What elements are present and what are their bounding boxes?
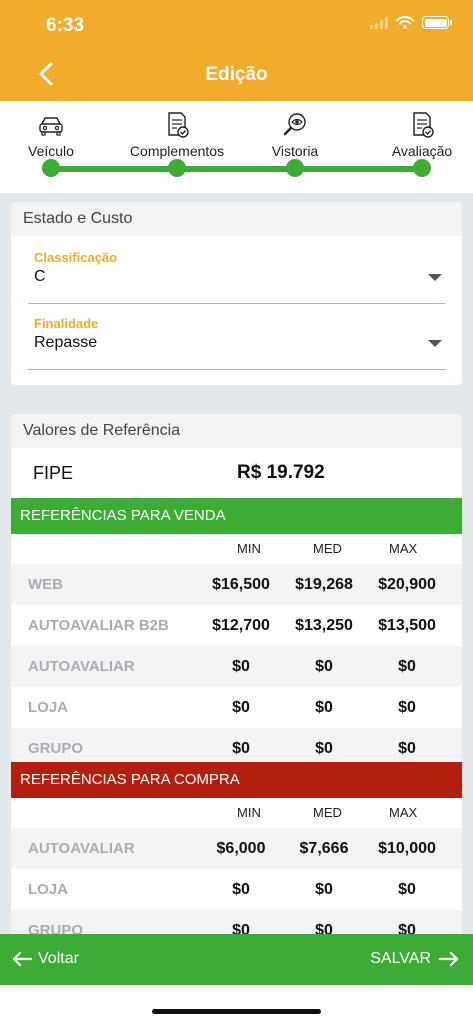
- value-min: $0: [232, 658, 250, 675]
- table-row: AUTOAVALIAR B2B $12,700 $13,250 $13,500: [11, 605, 462, 646]
- field-value: Repasse: [34, 334, 98, 351]
- value-med: $19,268: [295, 576, 353, 593]
- column-header-med: MED: [313, 541, 342, 556]
- row-name: AUTOAVALIAR: [28, 658, 135, 675]
- estado-custo-card: Estado e Custo Classificação C Finalidad…: [11, 202, 462, 385]
- battery-icon: [422, 16, 452, 29]
- value-max: $0: [398, 881, 416, 898]
- value-max: $20,900: [378, 576, 436, 593]
- step-label: Veículo: [28, 143, 74, 159]
- value-med: $13,250: [295, 617, 353, 634]
- page-title: Edição: [205, 64, 268, 85]
- value-max: $0: [398, 658, 416, 675]
- status-time: 6:33: [46, 15, 85, 36]
- column-header-med: MED: [313, 805, 342, 820]
- step-avaliacao[interactable]: Avaliação: [367, 101, 473, 193]
- venda-section: REFERÊNCIAS PARA VENDA MIN MED MAX WEB $…: [11, 498, 462, 769]
- step-vistoria[interactable]: Vistoria: [240, 101, 350, 193]
- valores-referencia-card: Valores de Referência FIPE R$ 19.792 REF…: [11, 414, 462, 934]
- value-max: $10,000: [378, 840, 436, 857]
- row-name: GRUPO: [28, 740, 84, 757]
- compra-header: REFERÊNCIAS PARA COMPRA: [11, 762, 462, 798]
- home-indicator[interactable]: [152, 1009, 321, 1014]
- value-min: $12,700: [212, 617, 270, 634]
- column-header-max: MAX: [389, 805, 418, 820]
- field-label: Classificação: [34, 250, 118, 265]
- column-header-min: MIN: [237, 805, 261, 820]
- arrow-right-icon: [439, 951, 459, 967]
- arrow-left-icon: [12, 951, 32, 967]
- table-row: WEB $16,500 $19,268 $20,900: [11, 564, 462, 605]
- fipe-label: FIPE: [33, 463, 74, 483]
- value-max: $0: [398, 740, 416, 757]
- wifi-icon: [396, 16, 414, 29]
- row-name: LOJA: [28, 881, 69, 898]
- value-med: $0: [315, 922, 333, 934]
- table-row: LOJA $0 $0 $0: [11, 687, 462, 728]
- section-title: Estado e Custo: [11, 202, 462, 236]
- step-complementos[interactable]: Complementos: [122, 101, 232, 193]
- cellular-signal-icon: [370, 16, 388, 29]
- step-label: Avaliação: [391, 143, 453, 159]
- voltar-label: Voltar: [38, 950, 79, 967]
- step-indicator: Veículo Complementos Vistoria Avaliação: [0, 101, 473, 193]
- car-icon: [39, 117, 63, 136]
- value-max: $0: [398, 922, 416, 934]
- compra-section: REFERÊNCIAS PARA COMPRA MIN MED MAX AUTO…: [11, 762, 462, 934]
- fipe-row: FIPE R$ 19.792: [11, 448, 462, 498]
- classificacao-select[interactable]: Classificação C: [28, 250, 445, 304]
- value-min: $6,000: [216, 840, 266, 857]
- value-med: $0: [315, 699, 333, 716]
- step-label: Vistoria: [271, 143, 319, 159]
- value-min: $0: [232, 922, 250, 934]
- column-headers: MIN MED MAX: [11, 798, 462, 828]
- venda-header: REFERÊNCIAS PARA VENDA: [11, 498, 462, 534]
- value-med: $0: [315, 658, 333, 675]
- row-name: LOJA: [28, 699, 69, 716]
- value-min: $16,500: [212, 576, 270, 593]
- magnifier-eye-icon: [283, 113, 306, 136]
- row-name: GRUPO: [28, 922, 84, 934]
- table-row: AUTOAVALIAR $6,000 $7,666 $10,000: [11, 828, 462, 869]
- field-value: C: [34, 268, 46, 285]
- column-header-min: MIN: [237, 541, 261, 556]
- footer-action-bar: Voltar SALVAR: [0, 934, 473, 985]
- document-check-icon: [168, 112, 189, 138]
- status-icons: [370, 16, 452, 29]
- document-check-icon: [413, 112, 434, 138]
- value-max: $13,500: [378, 617, 436, 634]
- column-headers: MIN MED MAX: [11, 534, 462, 564]
- row-name: WEB: [28, 576, 63, 593]
- column-header-max: MAX: [389, 541, 418, 556]
- row-name: AUTOAVALIAR B2B: [28, 617, 169, 634]
- value-med: $0: [315, 740, 333, 757]
- value-max: $0: [398, 699, 416, 716]
- voltar-button[interactable]: Voltar: [12, 946, 79, 972]
- step-veiculo[interactable]: Veículo: [0, 101, 106, 193]
- salvar-label: SALVAR: [370, 950, 431, 967]
- row-name: AUTOAVALIAR: [28, 840, 135, 857]
- finalidade-select[interactable]: Finalidade Repasse: [28, 316, 445, 370]
- table-row: LOJA $0 $0 $0: [11, 869, 462, 910]
- field-label: Finalidade: [34, 316, 99, 331]
- caret-down-icon: [428, 340, 442, 347]
- fipe-value: R$ 19.792: [237, 462, 325, 483]
- nav-bar: Edição: [0, 48, 473, 101]
- value-med: $7,666: [299, 840, 349, 857]
- table-row: GRUPO $0 $0 $0: [11, 910, 462, 934]
- table-row: AUTOAVALIAR $0 $0 $0: [11, 646, 462, 687]
- status-bar: 6:33: [0, 0, 473, 48]
- home-indicator-area: [0, 985, 473, 1024]
- value-med: $0: [315, 881, 333, 898]
- step-label: Complementos: [129, 143, 225, 159]
- section-title: Valores de Referência: [11, 414, 462, 448]
- value-min: $0: [232, 699, 250, 716]
- value-min: $0: [232, 740, 250, 757]
- value-min: $0: [232, 881, 250, 898]
- step-progress-line: [51, 166, 423, 172]
- salvar-button[interactable]: SALVAR: [370, 946, 459, 972]
- caret-down-icon: [428, 274, 442, 281]
